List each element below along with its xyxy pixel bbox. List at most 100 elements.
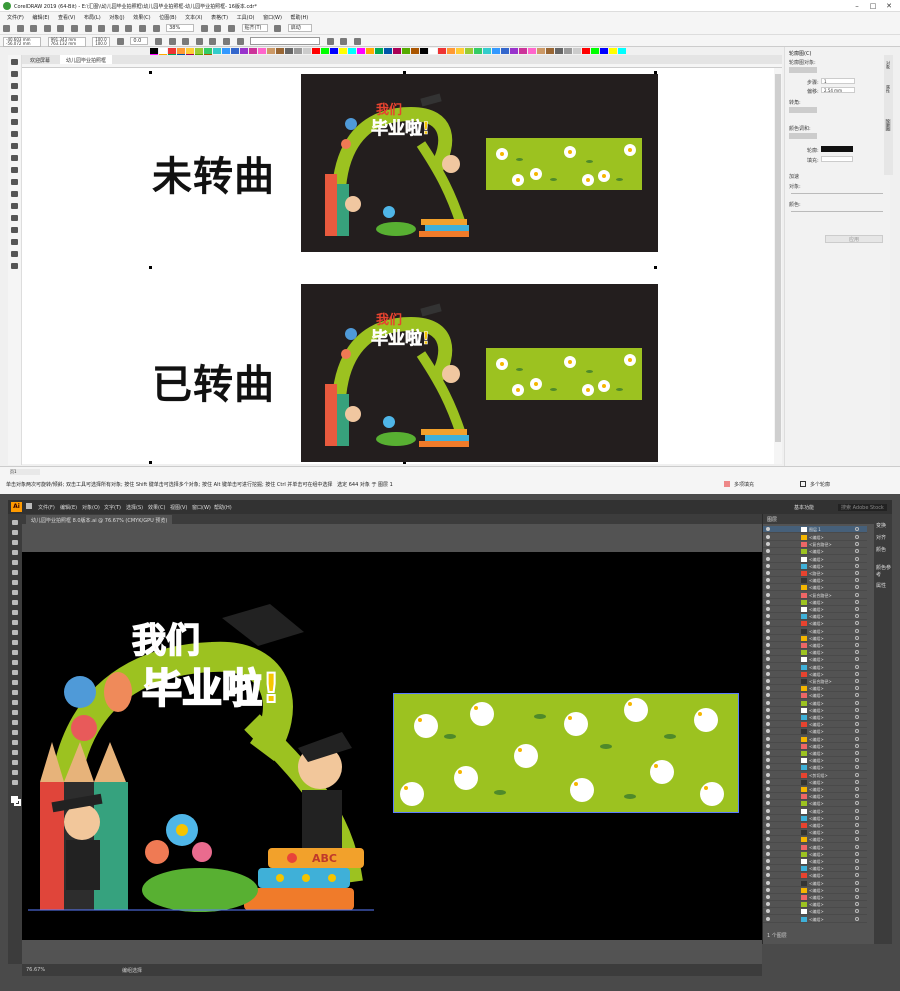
transparency-tool-icon[interactable] xyxy=(11,215,18,221)
layer-row[interactable]: <编组> xyxy=(763,865,867,873)
layer-name[interactable]: <编组> xyxy=(809,657,824,663)
perspective-grid-icon[interactable] xyxy=(12,680,18,685)
target-icon[interactable] xyxy=(855,851,859,856)
rectangle-tool-icon[interactable] xyxy=(12,590,18,595)
target-icon[interactable] xyxy=(855,686,859,691)
visibility-eye-icon[interactable] xyxy=(766,715,770,719)
menu-window[interactable]: 窗口(W) xyxy=(263,14,282,21)
outline-width-dropdown[interactable] xyxy=(250,37,321,45)
color-swatch[interactable] xyxy=(519,48,527,54)
color-swatch[interactable] xyxy=(609,48,617,54)
color-swatch[interactable] xyxy=(339,48,347,54)
visibility-eye-icon[interactable] xyxy=(766,873,770,878)
parallel-dimension-icon[interactable] xyxy=(11,179,18,185)
color-swatch[interactable] xyxy=(375,48,383,54)
artistic-media-icon[interactable] xyxy=(11,119,18,125)
stock-search-input[interactable]: 搜索 Adobe Stock xyxy=(838,504,887,511)
convert-curves-icon[interactable] xyxy=(353,38,361,45)
pen-tool-icon[interactable] xyxy=(12,550,18,555)
visibility-eye-icon[interactable] xyxy=(766,585,770,590)
rulers-icon[interactable] xyxy=(214,25,222,32)
target-icon[interactable] xyxy=(855,722,859,727)
visibility-eye-icon[interactable] xyxy=(766,556,770,561)
gradient-tool-icon[interactable] xyxy=(12,700,18,705)
color-swatch[interactable] xyxy=(456,48,464,54)
panel-transform[interactable]: 变换 xyxy=(876,522,886,529)
color-swatch[interactable] xyxy=(492,48,500,54)
target-icon[interactable] xyxy=(855,830,859,835)
layer-row[interactable]: <编组> xyxy=(763,815,867,822)
target-icon[interactable] xyxy=(855,844,859,849)
visibility-eye-icon[interactable] xyxy=(766,592,770,597)
visibility-eye-icon[interactable] xyxy=(766,758,770,763)
layer-row[interactable]: <编组> xyxy=(763,728,867,736)
layer-name[interactable]: <编组> xyxy=(809,650,824,656)
menu-effects[interactable]: 效果(C) xyxy=(133,14,150,21)
color-swatch[interactable] xyxy=(528,48,536,54)
size-fields[interactable]: 991.343 mm 763.132 mm xyxy=(47,37,86,47)
target-icon[interactable] xyxy=(855,772,859,777)
ai-menu-select[interactable]: 选择(S) xyxy=(126,504,143,511)
symbol-sprayer-icon[interactable] xyxy=(12,730,18,735)
target-icon[interactable] xyxy=(855,743,859,748)
layer-name[interactable]: <编组> xyxy=(809,873,824,879)
artboard-tool-icon[interactable] xyxy=(12,750,18,755)
visibility-eye-icon[interactable] xyxy=(766,643,770,647)
page-navigator[interactable]: 页1 xyxy=(10,469,40,475)
fill-color-picker[interactable] xyxy=(821,156,853,162)
layer-row[interactable]: <编组> xyxy=(763,714,867,721)
import-icon[interactable] xyxy=(125,25,133,32)
target-icon[interactable] xyxy=(855,736,859,741)
drawing-canvas[interactable]: 未转曲 已转曲 我们 毕业啦! 我们 毕业啦! xyxy=(22,68,774,464)
open-icon[interactable] xyxy=(16,25,24,32)
smart-fill-icon[interactable] xyxy=(11,251,18,257)
layer-row[interactable]: <编组> xyxy=(763,736,867,743)
mirror-v-icon[interactable] xyxy=(168,38,176,45)
slice-tool-icon[interactable] xyxy=(12,760,18,765)
layer-name[interactable]: <编组> xyxy=(809,765,824,771)
color-swatch[interactable] xyxy=(618,48,626,54)
visibility-eye-icon[interactable] xyxy=(766,679,770,683)
scrollbar-thumb[interactable] xyxy=(775,74,781,442)
layer-row[interactable]: <编组> xyxy=(763,822,867,829)
undo-icon[interactable] xyxy=(98,25,106,32)
layer-row[interactable]: <编组> xyxy=(763,700,867,707)
selection-handle[interactable] xyxy=(149,461,152,464)
layer-row[interactable]: <编组> xyxy=(763,858,867,865)
trim-icon[interactable] xyxy=(222,38,230,45)
target-icon[interactable] xyxy=(855,916,859,921)
target-icon[interactable] xyxy=(855,628,859,633)
layer-name[interactable]: <复合路径> xyxy=(809,542,832,548)
ai-document-tab[interactable]: 幼儿园毕业拍照框 8.0版本.ai @ 76.67% (CMYK/GPU 预览) xyxy=(26,515,173,524)
color-swatch[interactable] xyxy=(366,48,374,54)
visibility-eye-icon[interactable] xyxy=(766,729,770,734)
visibility-eye-icon[interactable] xyxy=(766,671,770,676)
docker-tab-contour[interactable]: 轮廓图 xyxy=(885,119,891,131)
docker-tab-objects[interactable]: 对象 xyxy=(885,61,891,69)
visibility-eye-icon[interactable] xyxy=(766,815,770,820)
layer-name[interactable]: <编组> xyxy=(809,607,824,613)
layer-name[interactable]: <编组> xyxy=(809,801,824,807)
add-tool-icon[interactable] xyxy=(11,263,18,269)
target-icon[interactable] xyxy=(855,808,859,813)
layer-name[interactable]: <编组> xyxy=(809,780,824,786)
polygon-tool-icon[interactable] xyxy=(11,155,18,161)
connector-tool-icon[interactable] xyxy=(11,191,18,197)
layer-name[interactable]: <编组> xyxy=(809,621,824,627)
color-swatch[interactable] xyxy=(573,48,581,54)
layer-name[interactable]: <编组> xyxy=(809,600,824,606)
to-front-icon[interactable] xyxy=(326,38,334,45)
layer-name[interactable]: <编组> xyxy=(809,701,824,707)
layer-name[interactable]: <编组> xyxy=(809,823,824,829)
layer-row[interactable]: <编组> xyxy=(763,894,867,901)
layer-name[interactable]: <编组> xyxy=(809,585,824,591)
ai-menu-type[interactable]: 文字(T) xyxy=(104,504,121,511)
steps-field[interactable]: 1 xyxy=(821,78,855,84)
layer-name[interactable]: <编组> xyxy=(809,809,824,815)
color-swatch[interactable] xyxy=(564,48,572,54)
layer-row[interactable]: <编组> xyxy=(763,757,867,765)
menu-help[interactable]: 帮助(H) xyxy=(291,14,309,21)
visibility-eye-icon[interactable] xyxy=(766,628,770,633)
drop-shadow-icon[interactable] xyxy=(11,203,18,209)
layer-row[interactable]: <编组> xyxy=(763,556,867,563)
